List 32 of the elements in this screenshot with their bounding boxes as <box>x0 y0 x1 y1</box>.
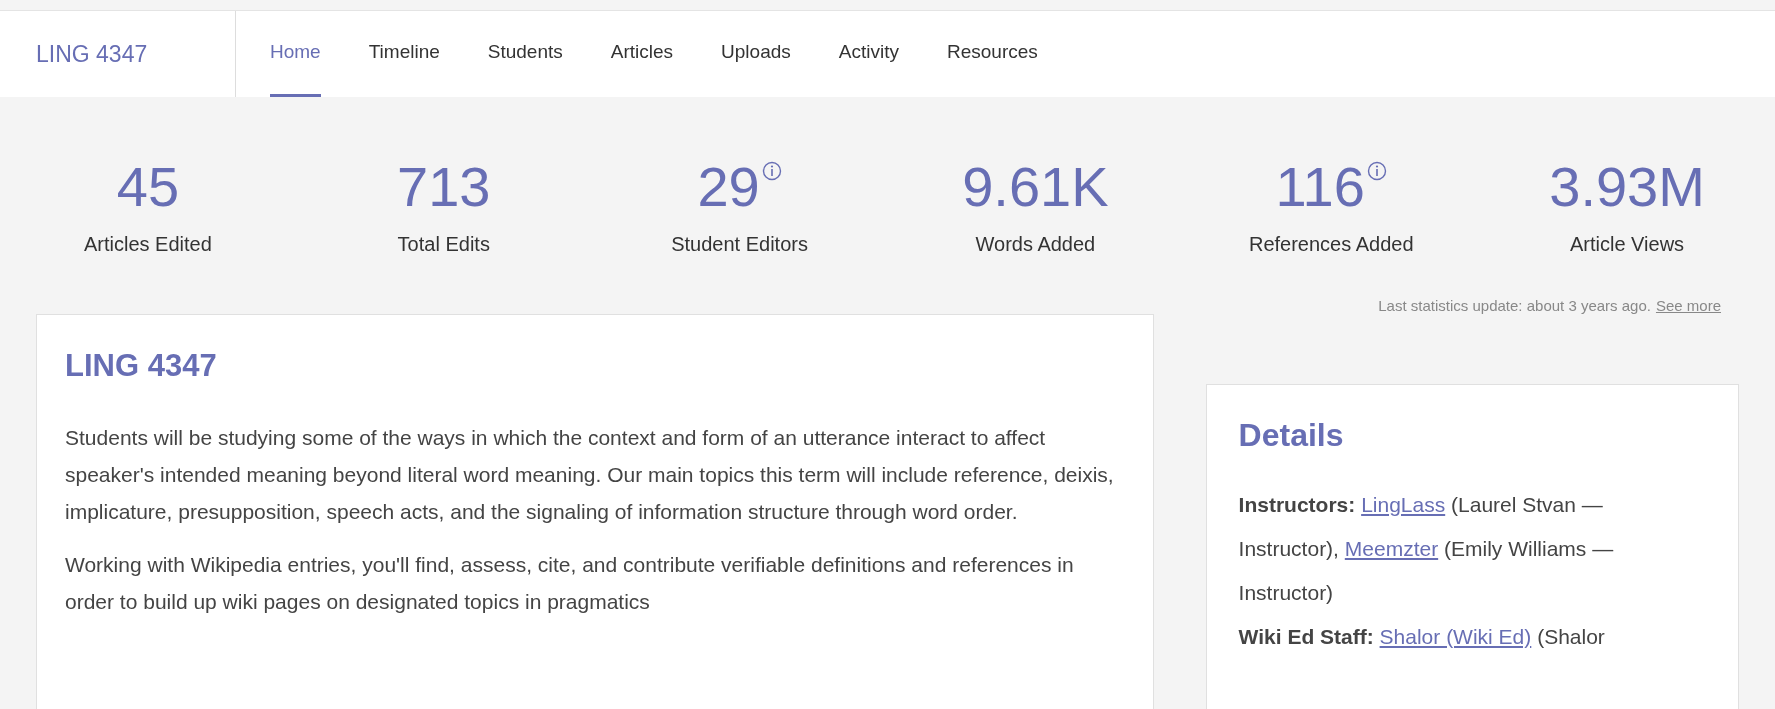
nav-tab[interactable]: Articles <box>610 11 674 97</box>
nav-tab[interactable]: Resources <box>947 11 1038 97</box>
course-title-link[interactable]: LING 4347 <box>36 36 148 72</box>
nav-tab[interactable]: Home <box>270 11 321 97</box>
stat-value: 29 <box>697 155 760 219</box>
stat-label: Articles Edited <box>84 232 212 257</box>
overview-paragraph: Students will be studying some of the ways in which the context and form of an utterance interact to affect speaker's intended meaning beyond literal word meaning. Our main topics this term will include reference, deixis, implicature, presupposition, speech acts, and the signaling of information structure through word order. <box>65 425 1115 525</box>
stats-update-text: Last statistics update: about 3 years ago. <box>1378 296 1651 316</box>
stat-label: Total Edits <box>397 232 490 257</box>
info-icon[interactable] <box>1366 161 1387 181</box>
stat-label: Student Editors <box>671 232 808 257</box>
overview-title: LING 4347 <box>65 346 218 385</box>
nav-tab[interactable]: Students <box>487 11 563 97</box>
stat-label: Words Added <box>975 232 1096 257</box>
details-entry: Wiki Ed Staff: Shalor (Wiki Ed) (Shalor <box>1238 623 1606 650</box>
nav-tab[interactable]: Uploads <box>721 11 791 97</box>
stat-label: References Added <box>1248 232 1414 257</box>
stat-value: 45 <box>116 155 180 219</box>
user-link[interactable]: LingLass <box>1361 492 1446 516</box>
nav-tab[interactable]: Timeline <box>368 11 440 97</box>
stat-value: 116 <box>1275 155 1365 219</box>
details-entry: Instructors: LingLass (Laurel Stvan — Instructor), Meemzter (Emily Williams — Instructor) <box>1238 491 1615 606</box>
stat-value: 9.61K <box>962 155 1109 219</box>
details-title: Details <box>1238 415 1345 455</box>
nav-tab[interactable]: Activity <box>838 11 899 97</box>
stat-value: 3.93M <box>1549 155 1705 219</box>
user-link[interactable]: Shalor (Wiki Ed) <box>1379 624 1532 648</box>
stat-label: Article Views <box>1570 232 1685 257</box>
stat-value: 713 <box>397 155 491 219</box>
user-link[interactable]: Meemzter <box>1344 536 1439 560</box>
overview-paragraph: Working with Wikipedia entries, you'll find, assess, cite, and contribute verifiable definitions and references in order to build up wiki pages on designated topics in pragmatics <box>65 552 1075 615</box>
info-icon[interactable] <box>761 161 782 181</box>
